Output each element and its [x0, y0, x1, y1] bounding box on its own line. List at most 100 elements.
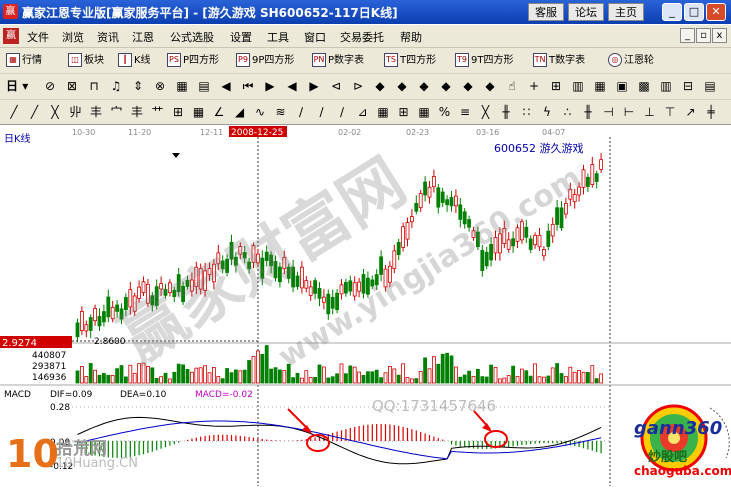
menu-file[interactable]: 文件 — [27, 29, 49, 45]
forum-button[interactable]: 论坛 — [568, 3, 604, 21]
hand-icon[interactable]: ☝ — [504, 79, 520, 94]
close-icon[interactable]: ✕ — [706, 3, 726, 21]
kline-tool[interactable]: ┃ K线 — [118, 52, 151, 69]
bars-icon[interactable]: 丰 — [88, 105, 104, 120]
panel-title: 日K线 — [4, 132, 31, 145]
xcross-icon[interactable]: ╳ — [478, 105, 494, 120]
mdi-minimize-icon[interactable]: _ — [680, 28, 695, 43]
menu-trade[interactable]: 交易委托 — [340, 29, 384, 45]
hatch-icon[interactable]: ╫ — [498, 105, 514, 120]
hash-icon[interactable]: ╫ — [580, 105, 596, 120]
service-button[interactable]: 客服 — [528, 3, 564, 21]
menu-browse[interactable]: 浏览 — [62, 29, 84, 45]
bar-icon[interactable]: ⊓ — [86, 79, 102, 94]
arrow-icon[interactable]: ↗ — [683, 105, 699, 120]
mesh-icon[interactable]: ╪ — [703, 105, 719, 120]
diamond-icon[interactable]: ◆ — [394, 79, 410, 94]
grid-icon[interactable]: ▦ — [191, 105, 207, 120]
fork-icon[interactable]: 丱 — [68, 105, 84, 120]
list-icon[interactable]: ▤ — [196, 79, 212, 94]
t-square-tool[interactable]: TS T四方形 — [384, 52, 436, 69]
9p-square-tool[interactable]: P9 9P四方形 — [236, 52, 294, 69]
menu-window[interactable]: 窗口 — [304, 29, 326, 45]
chart-icon[interactable]: ▥ — [658, 79, 674, 94]
wedge-icon[interactable]: ◢ — [232, 105, 248, 120]
expand-icon[interactable]: ⊳ — [350, 79, 366, 94]
maximize-icon[interactable]: □ — [684, 3, 704, 21]
report-icon[interactable]: ▤ — [702, 79, 718, 94]
top-icon[interactable]: ⊤ — [662, 105, 678, 120]
mdi-close-icon[interactable]: x — [712, 28, 727, 43]
tick-icon[interactable]: ♫ — [108, 79, 124, 94]
split-icon[interactable]: ⊟ — [680, 79, 696, 94]
levels-icon[interactable]: ≡ — [457, 105, 473, 120]
p-table-tool[interactable]: PN P数字表 — [312, 52, 364, 69]
box-icon[interactable]: ⊞ — [170, 105, 186, 120]
zoom-icon[interactable]: ⊗ — [152, 79, 168, 94]
first-icon[interactable]: ⏮ — [240, 79, 256, 94]
cross-icon[interactable]: ⊠ — [64, 79, 80, 94]
channel-icon[interactable]: ≋ — [273, 105, 289, 120]
fan-icon[interactable]: 丰 — [129, 105, 145, 120]
sector-tool[interactable]: ◫ 板块 — [68, 52, 104, 69]
wave-icon[interactable]: ∿ — [252, 105, 268, 120]
calendar-icon[interactable]: ▩ — [636, 79, 652, 94]
prev-icon[interactable]: ◀ — [218, 79, 234, 94]
cross-icon[interactable]: ╳ — [47, 105, 63, 120]
window-icon[interactable]: ⊞ — [548, 79, 564, 94]
plus-icon[interactable]: + — [526, 79, 542, 94]
angle-icon[interactable]: ∠ — [211, 105, 227, 120]
ray-icon[interactable]: ∕ — [334, 105, 350, 120]
ray-icon[interactable]: ∕ — [314, 105, 330, 120]
diamond-icon[interactable]: ◆ — [372, 79, 388, 94]
panel-icon[interactable]: ▥ — [570, 79, 586, 94]
therefore-icon[interactable]: ∴ — [560, 105, 576, 120]
gann-wheel-tool[interactable]: ◎ 江恩轮 — [608, 52, 654, 69]
grid-icon[interactable]: ▦ — [416, 105, 432, 120]
grass-icon[interactable]: 艹 — [150, 105, 166, 120]
table-icon[interactable]: ▦ — [592, 79, 608, 94]
box-icon[interactable]: ⊞ — [396, 105, 412, 120]
shrink-icon[interactable]: ⊲ — [328, 79, 344, 94]
diamond-icon[interactable]: ◆ — [460, 79, 476, 94]
calc-icon[interactable]: ▣ — [614, 79, 630, 94]
pen-icon[interactable]: ╱ — [6, 105, 22, 120]
period-select[interactable]: 日 ▾ — [6, 78, 28, 95]
roof-icon[interactable]: 宀 — [109, 105, 125, 120]
quotes-tool[interactable]: ▦ 行情 — [6, 52, 42, 69]
diamond-icon[interactable]: ◆ — [416, 79, 432, 94]
mdi-restore-icon[interactable]: ▫ — [696, 28, 711, 43]
homepage-button[interactable]: 主页 — [608, 3, 644, 21]
line-icon[interactable]: ╱ — [27, 105, 43, 120]
bracket-icon[interactable]: ⊣ — [601, 105, 617, 120]
ray-icon[interactable]: ∕ — [293, 105, 309, 120]
minimize-icon[interactable]: _ — [662, 3, 682, 21]
menu-gann[interactable]: 江恩 — [132, 29, 154, 45]
updown-icon[interactable]: ⇕ — [130, 79, 146, 94]
zigzag-icon[interactable]: ϟ — [539, 105, 555, 120]
menu-tools[interactable]: 工具 — [267, 29, 289, 45]
percent-icon[interactable]: % — [437, 105, 453, 120]
grid-icon[interactable]: ▦ — [375, 105, 391, 120]
menu-info[interactable]: 资讯 — [97, 29, 119, 45]
p-square-tool[interactable]: PS P四方形 — [167, 52, 219, 69]
app-menu-icon[interactable]: 赢 — [3, 28, 19, 44]
bracket-icon[interactable]: ⊢ — [621, 105, 637, 120]
diamond-icon[interactable]: ◆ — [438, 79, 454, 94]
menu-formula[interactable]: 公式选股 — [170, 29, 214, 45]
candle — [185, 279, 190, 287]
cursor-icon[interactable]: ⊘ — [42, 79, 58, 94]
right-icon[interactable]: ▶ — [306, 79, 322, 94]
play-icon[interactable]: ▶ — [262, 79, 278, 94]
t-table-tool[interactable]: TN T数字表 — [533, 52, 585, 69]
grid-icon[interactable]: ▦ — [174, 79, 190, 94]
volume-bar — [299, 377, 304, 384]
menu-settings[interactable]: 设置 — [230, 29, 252, 45]
dots-icon[interactable]: ∷ — [519, 105, 535, 120]
left-icon[interactable]: ◀ — [284, 79, 300, 94]
triangle-icon[interactable]: ⊿ — [355, 105, 371, 120]
base-icon[interactable]: ⊥ — [642, 105, 658, 120]
diamond-icon[interactable]: ◆ — [482, 79, 498, 94]
menu-help[interactable]: 帮助 — [400, 29, 422, 45]
9t-square-tool[interactable]: T9 9T四方形 — [455, 52, 513, 69]
